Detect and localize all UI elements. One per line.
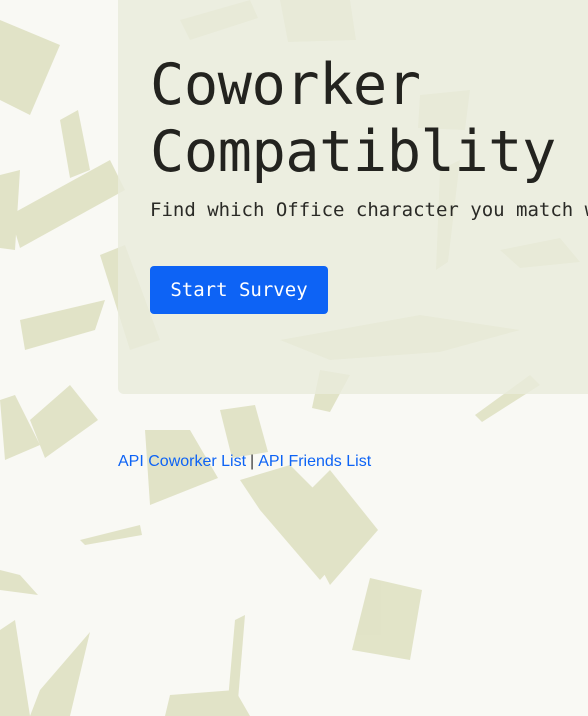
link-separator: | [250,453,255,470]
paper-sheet [0,570,38,595]
paper-sheet [0,620,30,716]
paper-sheet [0,20,60,115]
api-friends-list-link[interactable]: API Friends List [258,453,371,470]
paper-sheet [60,110,90,178]
paper-sheet [220,405,268,458]
paper-sheet [30,632,90,716]
start-survey-button[interactable]: Start Survey [150,266,328,314]
page-title: Coworker Compatiblity [150,52,556,186]
page-title-line-2: Compatiblity [150,119,556,185]
page: Coworker Compatiblity Find which Office … [0,0,588,716]
paper-sheet [80,525,142,545]
api-coworker-list-link[interactable]: API Coworker List [118,453,246,470]
paper-sheet [352,578,422,660]
paper-sheet [228,615,245,700]
paper-sheet [10,160,125,248]
paper-sheet [30,385,98,458]
paper-sheet [20,300,105,350]
page-title-line-1: Coworker [150,52,421,118]
page-subtitle: Find which Office character you match wi… [150,199,588,221]
api-links: API Coworker List | API Friends List [118,452,371,472]
